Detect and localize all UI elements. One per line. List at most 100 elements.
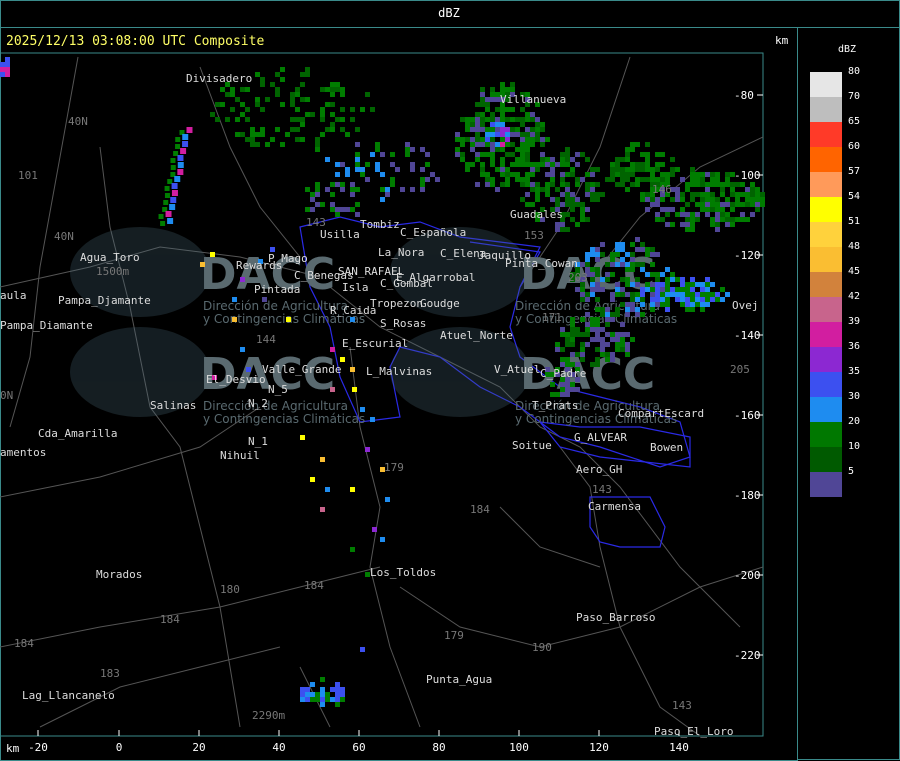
- echo-pixel: [235, 132, 240, 137]
- echo-pixel: [170, 158, 176, 163]
- echo-pixel: [265, 97, 270, 102]
- echo-pixel: [560, 157, 565, 162]
- echo-pixel: [630, 307, 635, 312]
- echo-pixel: [605, 262, 610, 267]
- echo-pixel: [400, 187, 405, 192]
- echo-pixel: [485, 152, 490, 157]
- echo-pixel: [680, 282, 685, 287]
- echo-pixel: [173, 151, 179, 156]
- echo-pixel: [305, 187, 310, 192]
- echo-pixel: [360, 647, 365, 652]
- echo-pixel: [585, 262, 590, 267]
- echo-pixel: [655, 152, 660, 157]
- echo-pixel: [660, 152, 665, 157]
- echo-pixel: [465, 167, 470, 172]
- echo-pixel: [510, 172, 515, 177]
- echo-pixel: [565, 387, 570, 392]
- echo-pixel: [520, 142, 525, 147]
- place-label: Paso_Barroso: [576, 611, 655, 624]
- echo-pixel: [555, 392, 560, 397]
- echo-pixel: [605, 272, 610, 277]
- echo-pixel: [535, 117, 540, 122]
- echo-pixel: [695, 292, 700, 297]
- echo-pixel: [505, 132, 510, 137]
- echo-pixel: [535, 132, 540, 137]
- place-label: Aero_GH: [576, 463, 622, 476]
- echo-pixel: [175, 144, 181, 149]
- echo-pixel: [615, 262, 620, 267]
- echo-pixel: [710, 182, 715, 187]
- echo-pixel: [485, 117, 490, 122]
- echo-pixel: [335, 682, 340, 687]
- echo-pixel: [555, 347, 560, 352]
- echo-pixel: [625, 267, 630, 272]
- echo-pixel: [640, 177, 645, 182]
- echo-pixel: [595, 322, 600, 327]
- echo-pixel: [585, 252, 590, 257]
- echo-pixel: [275, 92, 280, 97]
- echo-pixel: [340, 127, 345, 132]
- echo-pixel: [595, 192, 600, 197]
- echo-pixel: [615, 282, 620, 287]
- echo-pixel: [290, 102, 295, 107]
- echo-pixel: [705, 297, 710, 302]
- echo-pixel: [580, 297, 585, 302]
- echo-pixel: [305, 112, 310, 117]
- echo-pixel: [580, 202, 585, 207]
- echo-pixel: [625, 352, 630, 357]
- echo-pixel: [635, 292, 640, 297]
- legend-label: 39: [848, 316, 861, 327]
- route-number: 101: [18, 169, 38, 182]
- echo-pixel: [700, 177, 705, 182]
- echo-pixel: [680, 292, 685, 297]
- echo-pixel: [232, 297, 237, 302]
- echo-pixel: [715, 182, 720, 187]
- echo-pixel: [695, 172, 700, 177]
- echo-pixel: [475, 102, 480, 107]
- echo-pixel: [280, 67, 285, 72]
- echo-pixel: [545, 162, 550, 167]
- legend-swatch: [810, 422, 842, 447]
- echo-pixel: [755, 207, 760, 212]
- echo-pixel: [330, 102, 335, 107]
- echo-pixel: [560, 347, 565, 352]
- echo-pixel: [645, 252, 650, 257]
- echo-pixel: [620, 337, 625, 342]
- echo-pixel: [545, 192, 550, 197]
- echo-pixel: [315, 142, 320, 147]
- echo-pixel: [470, 137, 475, 142]
- echo-pixel: [355, 152, 360, 157]
- echo-pixel: [520, 117, 525, 122]
- echo-pixel: [310, 477, 315, 482]
- echo-pixel: [615, 167, 620, 172]
- echo-pixel: [345, 132, 350, 137]
- place-label: Divisadero: [186, 72, 252, 85]
- echo-pixel: [640, 297, 645, 302]
- place-label: Pampa_Djamante: [58, 294, 151, 307]
- echo-pixel: [490, 127, 495, 132]
- echo-pixel: [610, 272, 615, 277]
- echo-pixel: [300, 435, 305, 440]
- echo-pixel: [305, 67, 310, 72]
- echo-pixel: [595, 337, 600, 342]
- echo-pixel: [625, 347, 630, 352]
- echo-pixel: [660, 207, 665, 212]
- echo-pixel: [505, 127, 510, 132]
- echo-pixel: [262, 297, 267, 302]
- echo-pixel: [620, 332, 625, 337]
- echo-pixel: [530, 112, 535, 117]
- radar-map[interactable]: DACC DACC DACC DACC Dirección de Agricul…: [0, 27, 797, 760]
- echo-pixel: [420, 182, 425, 187]
- echo-pixel: [725, 222, 730, 227]
- echo-pixel: [365, 177, 370, 182]
- echo-pixel: [470, 122, 475, 127]
- echo-pixel: [690, 167, 695, 172]
- echo-pixel: [355, 167, 360, 172]
- echo-pixel: [335, 697, 340, 702]
- echo-pixel: [630, 142, 635, 147]
- echo-pixel: [410, 187, 415, 192]
- echo-pixel: [725, 217, 730, 222]
- echo-pixel: [565, 192, 570, 197]
- echo-pixel: [585, 187, 590, 192]
- echo-pixel: [640, 247, 645, 252]
